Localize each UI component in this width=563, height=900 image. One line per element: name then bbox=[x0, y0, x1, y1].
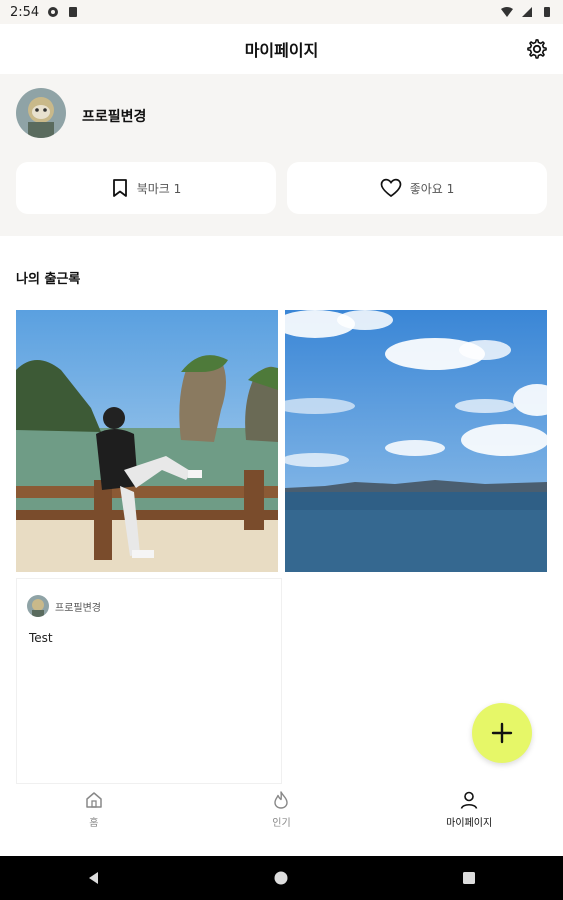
heart-icon bbox=[380, 178, 402, 198]
post-photo-sea bbox=[285, 310, 547, 572]
app-notification-icon bbox=[48, 7, 59, 17]
nav-item-mypage[interactable]: 마이페이지 bbox=[409, 790, 529, 829]
bookmark-button[interactable]: 북마크 1 bbox=[16, 162, 276, 214]
nav-label-popular: 인기 bbox=[272, 818, 291, 829]
post-text: Test bbox=[29, 631, 53, 645]
status-left: 2:54 bbox=[10, 5, 79, 20]
post-image[interactable] bbox=[16, 310, 278, 572]
post-card[interactable]: 프로필변경 Test bbox=[16, 578, 282, 784]
status-time: 2:54 bbox=[10, 4, 40, 20]
system-nav-bar bbox=[0, 856, 563, 900]
like-label: 좋아요 1 bbox=[409, 181, 455, 196]
bookmark-icon bbox=[112, 179, 127, 197]
system-back-button[interactable] bbox=[74, 858, 114, 898]
system-recents-button[interactable] bbox=[449, 858, 489, 898]
nav-label-home: 홈 bbox=[89, 818, 99, 829]
profile-section: 프로필변경 북마크 1 좋아요 1 bbox=[0, 74, 563, 236]
avatar[interactable] bbox=[16, 88, 66, 138]
system-home-button[interactable] bbox=[261, 858, 301, 898]
page-title: 마이페이지 bbox=[244, 41, 319, 60]
nav-label-mypage: 마이페이지 bbox=[446, 818, 493, 829]
status-bar: 2:54 bbox=[0, 0, 563, 24]
battery-icon bbox=[544, 7, 550, 17]
nav-item-popular[interactable]: 인기 bbox=[221, 790, 341, 829]
bookmark-label: 북마크 1 bbox=[136, 181, 182, 196]
home-circle-icon bbox=[274, 871, 288, 885]
person-icon bbox=[460, 791, 478, 809]
post-image[interactable] bbox=[285, 310, 547, 572]
like-button[interactable]: 좋아요 1 bbox=[287, 162, 547, 214]
plus-icon bbox=[491, 722, 513, 744]
post-photo-cliff bbox=[16, 310, 278, 572]
profile-name[interactable]: 프로필변경 bbox=[82, 106, 146, 126]
gear-icon[interactable] bbox=[525, 37, 549, 61]
bottom-nav: 홈 인기 마이페이지 bbox=[0, 784, 563, 856]
nav-item-home[interactable]: 홈 bbox=[34, 790, 154, 829]
avatar-image bbox=[27, 595, 49, 617]
recents-square-icon bbox=[463, 872, 476, 884]
section-title: 나의 출근록 bbox=[16, 272, 81, 287]
signal-icon bbox=[522, 7, 532, 17]
post-author-avatar bbox=[27, 595, 49, 617]
status-right bbox=[501, 6, 553, 18]
add-post-button[interactable] bbox=[472, 703, 532, 763]
wifi-icon bbox=[501, 7, 513, 17]
avatar-image bbox=[16, 88, 66, 138]
app-header: 마이페이지 bbox=[0, 24, 563, 74]
post-author-name: 프로필변경 bbox=[55, 603, 101, 614]
flame-icon bbox=[274, 791, 289, 809]
back-triangle-icon bbox=[88, 872, 98, 884]
home-icon bbox=[86, 792, 102, 808]
storage-icon bbox=[69, 7, 78, 17]
